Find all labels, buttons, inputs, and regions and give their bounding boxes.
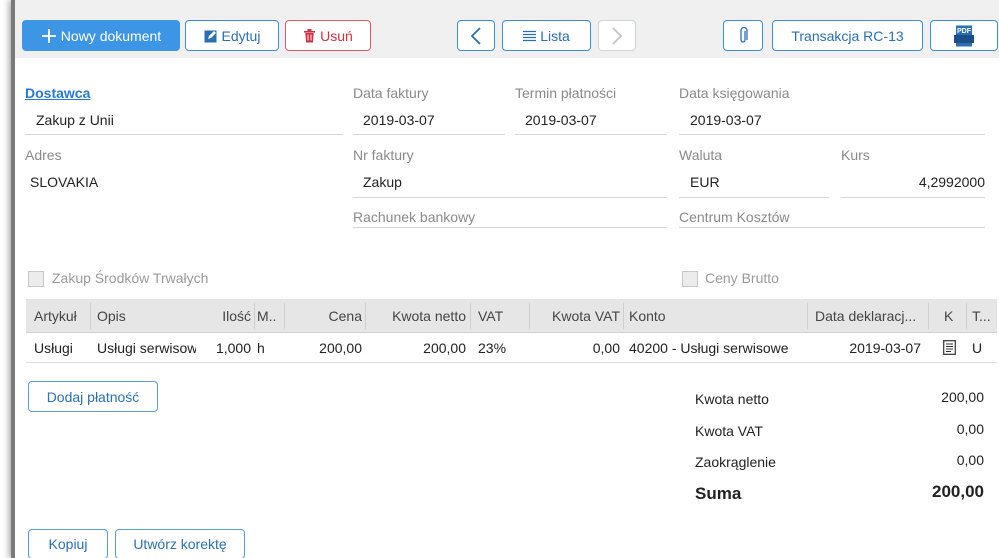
due-date-underline [515, 134, 667, 135]
pdf-button[interactable]: PDF [930, 20, 998, 51]
document-window: Nowy dokument Edytuj Usuń Lista Transakc… [11, 0, 999, 558]
column-header-quantity[interactable]: Ilość [203, 299, 251, 332]
chevron-right-icon [611, 26, 623, 45]
invoice-date-label: Data faktury [353, 85, 429, 101]
cell-description: Usługi serwisowe [97, 339, 196, 356]
cell-declaration-date: 2019-03-07 [849, 339, 921, 356]
create-correction-button[interactable]: Utwórz korektę [115, 529, 245, 558]
rate-label: Kurs [841, 147, 870, 163]
column-header-t[interactable]: T... [972, 299, 996, 332]
rate-field[interactable]: 4,2992000 [841, 174, 985, 190]
plus-icon [41, 28, 57, 44]
column-header-unit[interactable]: M.. [257, 299, 283, 332]
add-payment-label: Dodaj płatność [46, 388, 140, 405]
sum-label: Suma [695, 484, 742, 503]
vat-total-label: Kwota VAT [695, 423, 763, 439]
booking-date-label: Data księgowania [679, 85, 790, 101]
invoice-number-field[interactable]: Zakup [363, 174, 402, 190]
due-date-field[interactable]: 2019-03-07 [525, 112, 597, 128]
invoice-date-underline [353, 134, 505, 135]
edit-label: Edytuj [221, 27, 261, 44]
paperclip-icon [738, 26, 748, 45]
toolbar: Nowy dokument Edytuj Usuń Lista Transakc… [15, 0, 999, 58]
currency-underline [679, 197, 829, 198]
rounding-label: Zaokrąglenie [695, 454, 776, 470]
cell-unit: h [257, 339, 265, 356]
cell-vat-amount: 0,00 [592, 339, 620, 356]
due-date-label: Termin płatności [515, 85, 617, 101]
column-header-price[interactable]: Cena [288, 299, 362, 332]
cell-vat: 23% [478, 339, 507, 356]
document-icon[interactable] [943, 333, 959, 362]
booking-date-underline [679, 134, 985, 135]
gross-prices-checkbox[interactable] [682, 271, 698, 287]
attachment-button[interactable] [723, 20, 763, 51]
net-total-value: 200,00 [941, 389, 984, 405]
list-button[interactable]: Lista [502, 20, 591, 51]
column-header-declaration-date[interactable]: Data deklaracj... [815, 299, 925, 332]
copy-button[interactable]: Kopiuj [28, 529, 108, 558]
address-label: Adres [25, 147, 62, 163]
copy-label: Kopiuj [48, 536, 88, 552]
column-header-k[interactable]: K [944, 299, 958, 332]
column-header-vat[interactable]: VAT [478, 299, 518, 332]
column-header-account[interactable]: Konto [629, 299, 799, 332]
grid-header: Artykuł Opis Ilość M.. Cena Kwota netto … [26, 299, 997, 333]
column-header-net-amount[interactable]: Kwota netto [368, 299, 466, 332]
column-header-description[interactable]: Opis [97, 299, 197, 332]
fixed-assets-label: Zakup Środków Trwałych [52, 270, 209, 286]
supplier-value: Zakup z Unii [36, 112, 114, 128]
cell-t: U [972, 339, 983, 356]
chevron-left-icon [470, 26, 482, 45]
cell-account: 40200 - Usługi serwisowe [629, 339, 789, 356]
new-document-label: Nowy dokument [60, 27, 162, 44]
column-header-article[interactable]: Artykuł [34, 299, 84, 332]
cell-net-amount: 200,00 [423, 339, 466, 356]
delete-button[interactable]: Usuń [285, 20, 371, 51]
invoice-number-label: Nr faktury [353, 147, 414, 163]
booking-date-field[interactable]: 2019-03-07 [690, 112, 762, 128]
add-payment-button[interactable]: Dodaj płatność [28, 381, 158, 412]
rounding-value: 0,00 [956, 452, 984, 468]
cost-center-field[interactable] [679, 227, 985, 228]
cell-article: Usługi [34, 339, 73, 356]
cell-price: 200,00 [319, 339, 362, 356]
net-total-label: Kwota netto [695, 391, 769, 407]
table-row[interactable]: Usługi Usługi serwisowe 1,000 h 200,00 2… [26, 333, 997, 363]
address-value: SLOVAKIA [30, 174, 99, 190]
currency-field[interactable]: EUR [690, 174, 720, 190]
pencil-icon [204, 29, 218, 43]
supplier-underline [25, 134, 343, 135]
cell-quantity: 1,000 [215, 339, 251, 356]
delete-label: Usuń [320, 27, 353, 44]
bank-account-label: Rachunek bankowy [353, 209, 476, 225]
pdf-icon: PDF [953, 25, 975, 47]
column-header-vat-amount[interactable]: Kwota VAT [532, 299, 620, 332]
vat-total-value: 0,00 [956, 421, 984, 437]
currency-label: Waluta [679, 147, 723, 163]
previous-button[interactable] [457, 20, 495, 51]
next-button[interactable] [598, 20, 636, 51]
sum-value: 200,00 [932, 482, 984, 501]
transaction-label: Transakcja RC-13 [791, 27, 904, 44]
fixed-assets-checkbox[interactable] [28, 271, 44, 287]
edit-button[interactable]: Edytuj [185, 20, 279, 51]
supplier-link[interactable]: Dostawca [25, 85, 90, 101]
list-icon [523, 30, 537, 42]
transaction-button[interactable]: Transakcja RC-13 [772, 20, 923, 51]
invoice-number-underline [353, 197, 667, 198]
trash-icon [303, 28, 316, 43]
cost-center-label: Centrum Kosztów [679, 209, 790, 225]
invoice-date-field[interactable]: 2019-03-07 [363, 112, 435, 128]
new-document-button[interactable]: Nowy dokument [22, 20, 180, 51]
list-label: Lista [540, 27, 570, 44]
gross-prices-label: Ceny Brutto [705, 270, 779, 286]
create-correction-label: Utwórz korektę [133, 536, 227, 552]
bank-account-field[interactable] [353, 227, 667, 228]
rate-underline [841, 197, 985, 198]
